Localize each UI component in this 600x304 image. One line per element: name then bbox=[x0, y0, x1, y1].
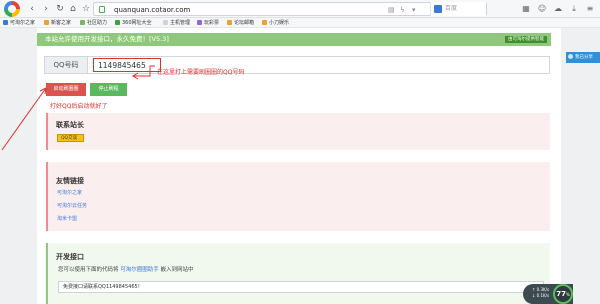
helper-link[interactable]: 可淘尔圈圈助手 bbox=[120, 267, 159, 273]
download-rate: ↓ 0.1K/s bbox=[532, 293, 550, 298]
contact-title: 联系站长 bbox=[56, 121, 84, 129]
friends-title: 友情链接 bbox=[56, 177, 84, 185]
contact-panel: 联系站长 QQ交谈 bbox=[46, 113, 550, 150]
dev-title: 开发接口 bbox=[56, 253, 84, 261]
usage-percent: 77% bbox=[553, 284, 573, 304]
friends-panel: 友情链接 可淘尔之家 可淘尔云任务 淘米卡盟 bbox=[46, 162, 550, 231]
friend-link-3[interactable]: 淘米卡盟 bbox=[57, 215, 77, 222]
friend-link-2[interactable]: 可淘尔云任务 bbox=[57, 202, 87, 209]
arrow-to-qq-line bbox=[134, 65, 155, 77]
dev-description: 您可以使用下面的代码将 可淘尔圈圈助手 嵌入到网站中 bbox=[58, 267, 194, 273]
network-speed-widget[interactable]: ↑ 0.3K/s ↓ 0.1K/s 77% bbox=[523, 284, 573, 304]
dev-panel: 开发接口 您可以使用下面的代码将 可淘尔圈圈助手 嵌入到网站中 免费接口请联系Q… bbox=[46, 243, 550, 304]
arrow-to-start-line bbox=[1, 87, 47, 151]
embed-code-box[interactable]: 免费接口请联系QQ1149845465！ bbox=[58, 281, 544, 293]
qq-chat-badge[interactable]: QQ交谈 bbox=[57, 134, 84, 142]
arrow-to-start-head bbox=[39, 87, 47, 95]
share-button[interactable]: 我已分享 bbox=[566, 52, 600, 63]
share-icon bbox=[568, 54, 573, 59]
friend-link-1[interactable]: 可淘尔之家 bbox=[57, 189, 82, 196]
speed-rates: ↑ 0.3K/s ↓ 0.1K/s bbox=[532, 287, 549, 299]
